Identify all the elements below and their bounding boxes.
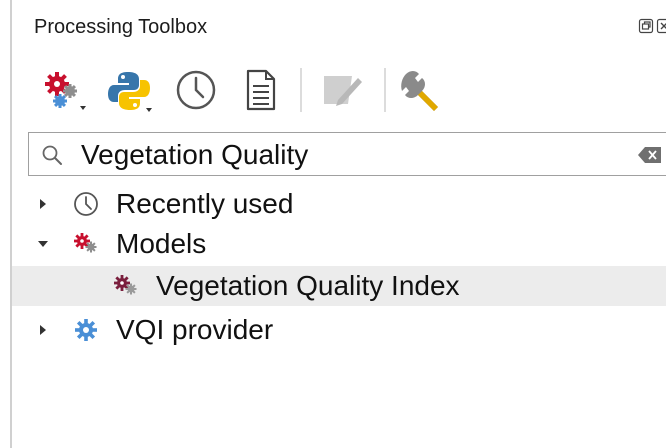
- toolbar-separator: [384, 68, 386, 112]
- models-gear-icon[interactable]: [38, 64, 90, 116]
- python-icon[interactable]: [104, 64, 156, 116]
- tree-item-vqi-provider[interactable]: VQI provider: [12, 310, 666, 350]
- expand-arrow-icon[interactable]: [36, 322, 50, 338]
- models-gear-icon: [74, 233, 97, 253]
- tree-item-label: Recently used: [116, 188, 294, 219]
- close-panel-icon[interactable]: [656, 18, 666, 34]
- search-box[interactable]: [28, 132, 666, 176]
- expand-arrow-icon[interactable]: [36, 196, 50, 212]
- clear-search-icon[interactable]: [637, 145, 663, 165]
- model-icon: [114, 275, 137, 295]
- edit-in-place-icon[interactable]: [316, 64, 368, 116]
- float-panel-icon[interactable]: [638, 18, 654, 34]
- tree-item-label: Models: [116, 228, 207, 259]
- tree-item-label: Vegetation Quality Index: [156, 270, 460, 301]
- tree-item-models[interactable]: Models: [12, 224, 666, 264]
- titlebar-buttons: [638, 18, 666, 34]
- search-input[interactable]: [81, 138, 621, 172]
- toolbox-toolbar: [12, 54, 666, 126]
- search-icon: [42, 145, 62, 165]
- clock-icon[interactable]: [170, 64, 222, 116]
- tree-item-vegetation-quality-index[interactable]: Vegetation Quality Index: [12, 266, 666, 306]
- tree-item-label: VQI provider: [116, 314, 274, 345]
- wrench-icon[interactable]: [396, 64, 448, 116]
- toolbar-separator: [300, 68, 302, 112]
- processing-toolbox-panel: Processing Toolbox Vegetation Quality Re…: [12, 0, 666, 448]
- panel-title: Processing Toolbox: [34, 16, 208, 38]
- document-icon[interactable]: [234, 64, 286, 116]
- collapse-arrow-icon[interactable]: [36, 236, 50, 252]
- tree-item-recently-used[interactable]: Recently used: [12, 184, 666, 224]
- panel-titlebar: Processing Toolbox: [12, 0, 666, 54]
- provider-gear-icon: [75, 319, 97, 341]
- clock-icon: [74, 192, 98, 216]
